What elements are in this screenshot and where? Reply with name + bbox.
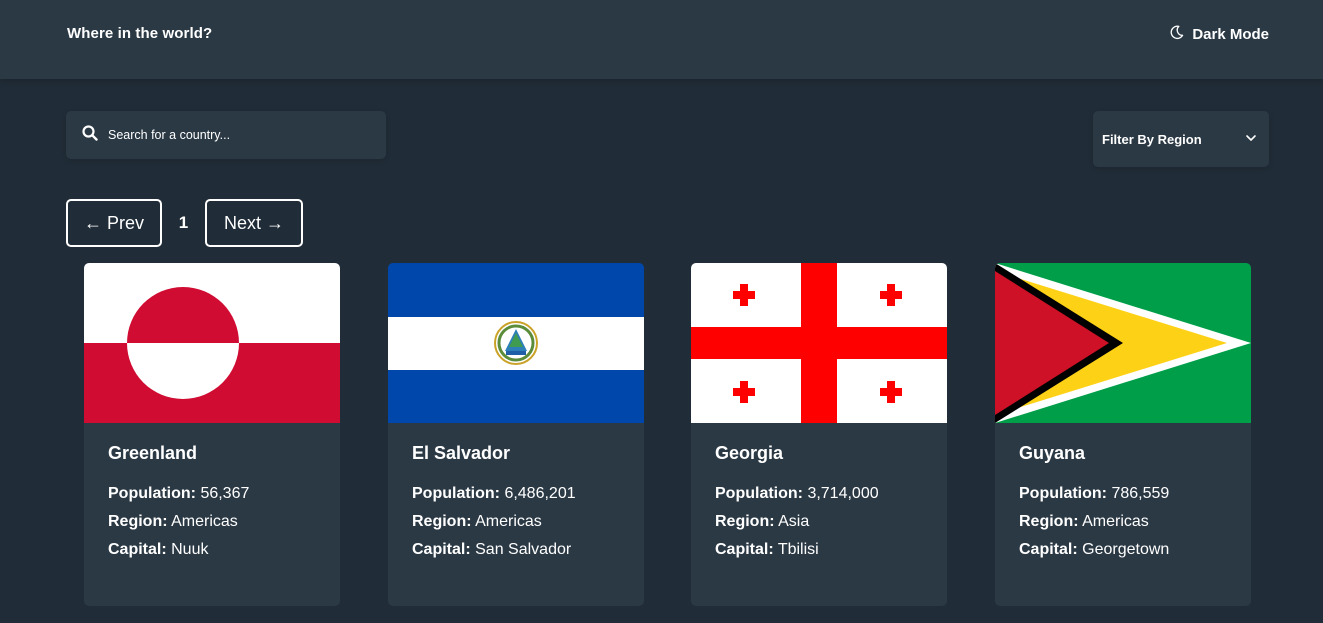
population-label: Population:	[412, 485, 500, 502]
population-row: Population: 6,486,201	[412, 484, 576, 504]
capital-value: San Salvador	[475, 541, 572, 558]
pagination: ← Prev 1 Next →	[66, 199, 303, 247]
capital-row: Capital: Nuuk	[108, 540, 208, 560]
country-name: Greenland	[108, 443, 198, 463]
capital-row: Capital: Tbilisi	[715, 540, 819, 560]
region-label: Region:	[412, 513, 472, 530]
region-filter-dropdown[interactable]: Filter By Region	[1093, 111, 1269, 167]
population-row: Population: 786,559	[1019, 484, 1169, 504]
region-row: Region: Americas	[1019, 512, 1149, 532]
current-page-number: 1	[178, 213, 189, 232]
chevron-down-icon	[1245, 132, 1257, 147]
capital-label: Capital:	[1019, 541, 1078, 558]
search-icon	[82, 124, 98, 146]
region-value: Americas	[1082, 513, 1149, 530]
georgia-flag	[691, 263, 947, 423]
prev-page-button[interactable]: ← Prev	[66, 199, 162, 247]
country-name: El Salvador	[412, 443, 511, 463]
population-value: 6,486,201	[504, 485, 576, 502]
population-label: Population:	[715, 485, 803, 502]
country-name: Georgia	[715, 443, 784, 463]
dark-mode-label: Dark Mode	[1192, 26, 1269, 43]
region-row: Region: Americas	[108, 512, 238, 532]
capital-value: Tbilisi	[777, 541, 819, 558]
greenland-flag	[84, 263, 340, 423]
region-row: Region: Asia	[715, 512, 809, 532]
region-value: Americas	[475, 513, 542, 530]
capital-value: Nuuk	[171, 541, 209, 558]
region-value: Asia	[778, 513, 810, 530]
country-card-el-salvador[interactable]: El Salvador Population: 6,486,201 Region…	[388, 263, 644, 606]
country-card-greenland[interactable]: Greenland Population: 56,367 Region: Ame…	[84, 263, 340, 606]
dark-mode-toggle[interactable]: Dark Mode	[1169, 25, 1269, 44]
region-label: Region:	[1019, 513, 1079, 530]
population-label: Population:	[108, 485, 196, 502]
el-salvador-flag	[388, 263, 644, 423]
search-input[interactable]	[108, 128, 368, 142]
region-label: Region:	[108, 513, 168, 530]
guyana-flag	[995, 263, 1251, 423]
population-row: Population: 3,714,000	[715, 484, 879, 504]
population-value: 56,367	[200, 485, 250, 502]
region-value: Americas	[171, 513, 238, 530]
population-label: Population:	[1019, 485, 1107, 502]
capital-label: Capital:	[108, 541, 167, 558]
population-value: 786,559	[1111, 485, 1170, 502]
next-page-button[interactable]: Next →	[205, 199, 303, 247]
search-box	[66, 111, 386, 159]
capital-value: Georgetown	[1082, 541, 1170, 558]
population-row: Population: 56,367	[108, 484, 249, 504]
top-header: Where in the world? Dark Mode	[0, 0, 1323, 79]
app-title: Where in the world?	[67, 25, 213, 42]
capital-label: Capital:	[412, 541, 471, 558]
region-filter-label: Filter By Region	[1102, 131, 1202, 147]
country-card-georgia[interactable]: Georgia Population: 3,714,000 Region: As…	[691, 263, 947, 606]
moon-icon	[1169, 25, 1184, 44]
capital-label: Capital:	[715, 541, 774, 558]
region-row: Region: Americas	[412, 512, 542, 532]
country-card-guyana[interactable]: Guyana Population: 786,559 Region: Ameri…	[995, 263, 1251, 606]
country-name: Guyana	[1019, 443, 1086, 463]
region-label: Region:	[715, 513, 775, 530]
population-value: 3,714,000	[807, 485, 879, 502]
capital-row: Capital: Georgetown	[1019, 540, 1169, 560]
capital-row: Capital: San Salvador	[412, 540, 571, 560]
